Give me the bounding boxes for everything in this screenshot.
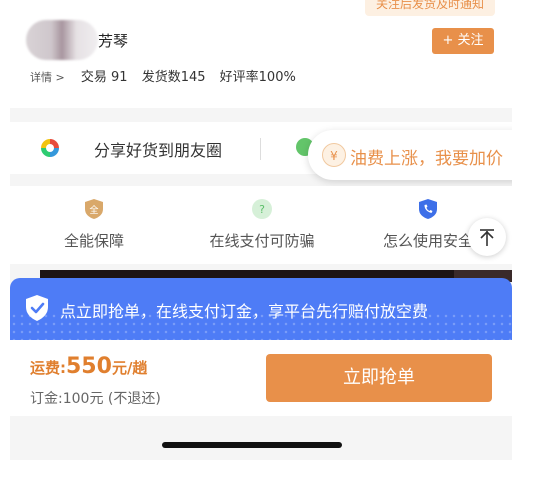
check-shield-icon [26,295,48,321]
seller-card: 芳琴 关注后发货及时通知 + 关注 详情 > 交易 91 发货数145 好评率1… [10,0,512,108]
follow-tooltip: 关注后发货及时通知 [365,0,495,16]
deposit-text: 订金:100元 (不退还) [30,391,161,407]
seller-avatar[interactable] [26,20,98,60]
fuel-coin-icon: ¥ [322,143,346,167]
back-to-top-button[interactable] [468,218,506,256]
arrow-up-icon [480,229,494,246]
seller-name: 芳琴 [98,32,129,50]
guarantee-all-label: 全能保障 [63,232,124,250]
app-screen: 芳琴 关注后发货及时通知 + 关注 详情 > 交易 91 发货数145 好评率1… [10,0,512,460]
divider [260,138,261,160]
svg-text:?: ? [259,203,265,216]
notice-text: 点立即抢单，在线支付订金，享平台先行赔付放空费 [60,302,429,321]
shield-all-icon: 全 [85,199,103,219]
fuel-price-button[interactable]: ¥ 油费上涨，我要加价 [308,130,512,180]
home-indicator[interactable] [162,442,342,448]
guarantee-row: 全 全能保障 ? 在线支付可防骗 怎么使用安全 [10,186,512,264]
seller-stats: 详情 > 交易 91 发货数145 好评率100% [30,66,306,85]
trade-count: 交易 91 [80,70,128,85]
question-icon: ? [252,199,272,219]
positive-rating: 好评率100% [219,70,296,85]
moments-icon [41,139,59,157]
share-moments-button[interactable]: 分享好货到朋友圈 [94,137,222,161]
guarantee-online-pay-label: 在线支付可防骗 [209,232,315,250]
freight-fee: 运费:550元/趟 [30,354,147,379]
guarantee-safe-use-label: 怎么使用安全 [382,232,473,250]
phone-shield-icon [419,199,437,219]
freight-fee-amount: 550 [66,354,112,379]
follow-button[interactable]: + 关注 [432,28,494,54]
guarantee-online-pay[interactable]: ? 在线支付可防骗 [178,198,346,251]
svg-text:全: 全 [89,204,98,216]
fuel-price-label: 油费上涨，我要加价 [350,149,503,169]
order-bar: 运费:550元/趟 订金:100元 (不退还) 立即抢单 [10,340,512,416]
guarantee-all[interactable]: 全 全能保障 [10,198,178,251]
shipment-count: 发货数145 [141,70,206,85]
freight-fee-label: 运费: [30,359,66,377]
grab-order-button[interactable]: 立即抢单 [266,354,492,402]
notice-banner: 点立即抢单，在线支付订金，享平台先行赔付放空费 [10,278,512,340]
seller-detail-link[interactable]: 详情 > [30,71,65,84]
freight-fee-unit: 元/趟 [111,359,148,377]
